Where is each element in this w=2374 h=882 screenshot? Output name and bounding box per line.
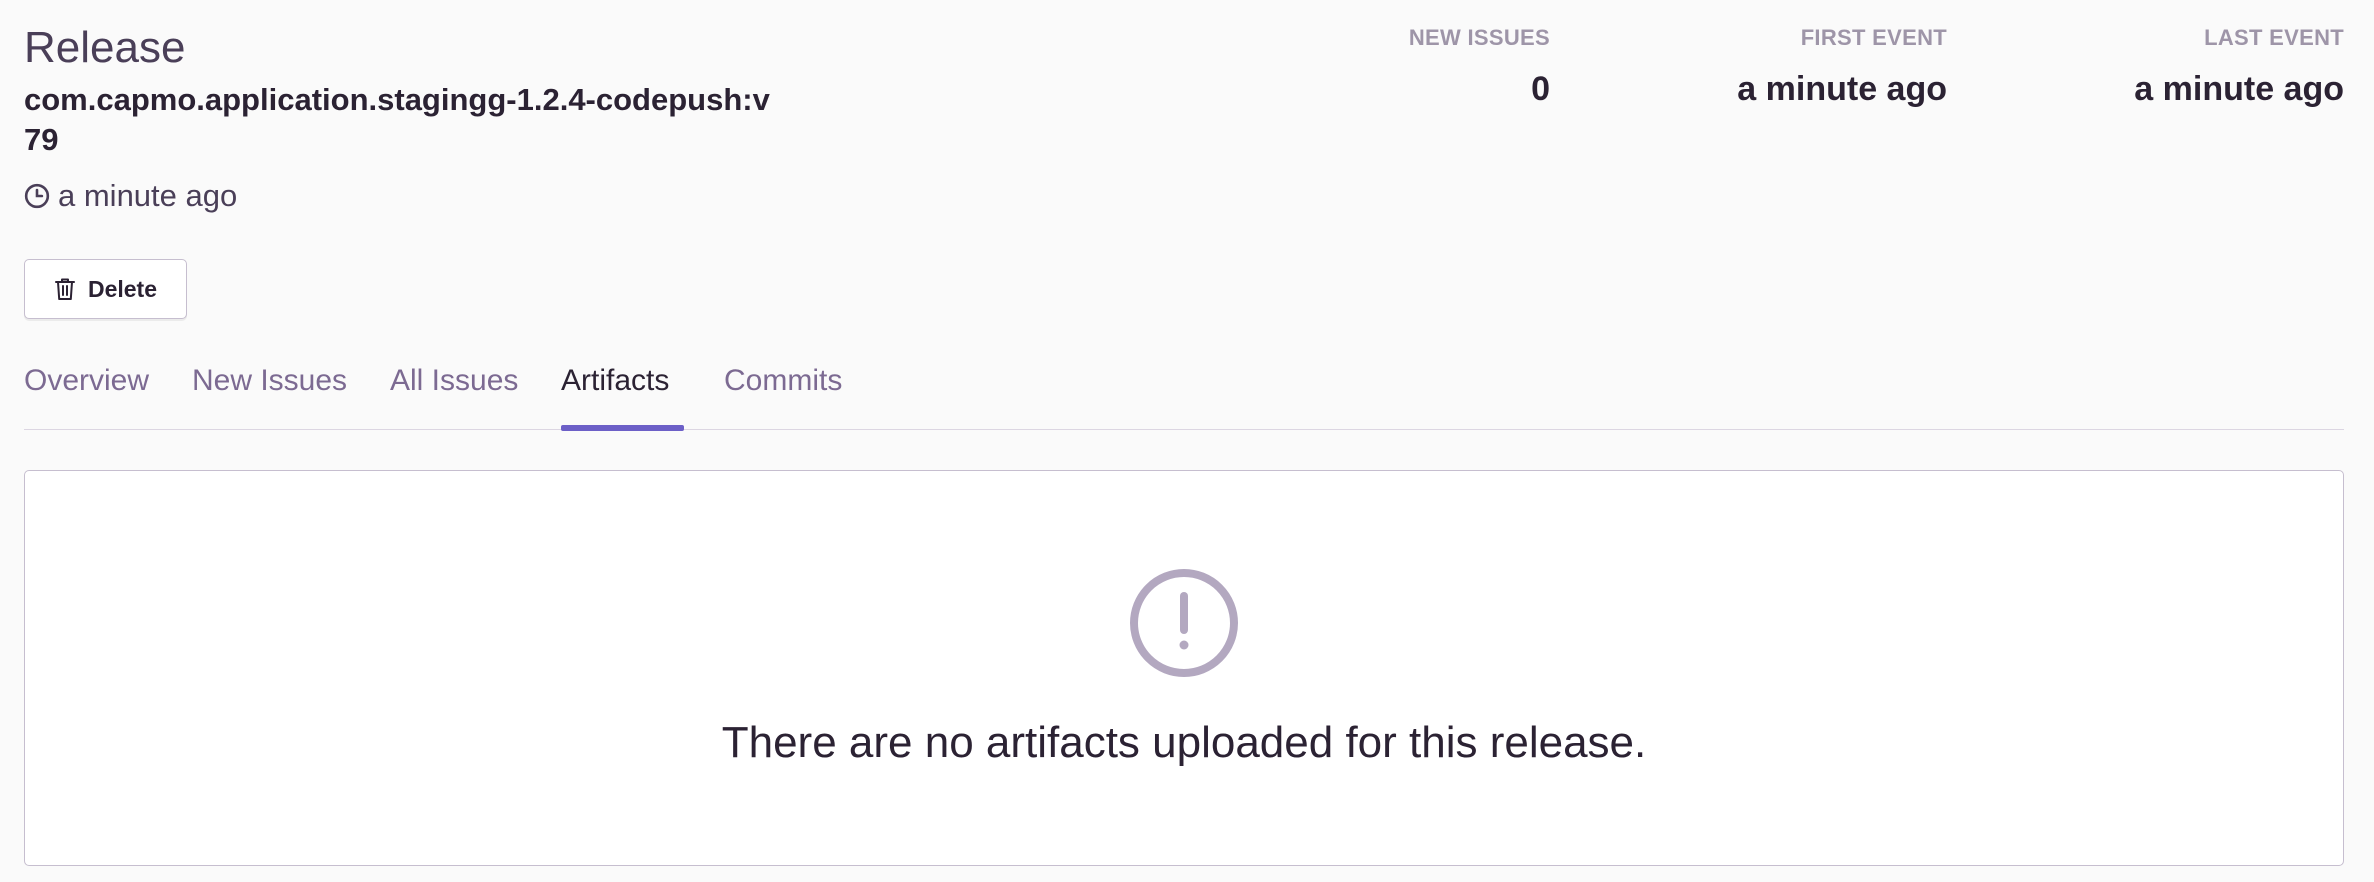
tab-artifacts[interactable]: Artifacts (561, 355, 684, 431)
release-tabs: Overview New Issues All Issues Artifacts… (24, 355, 2344, 431)
release-page: Release com.capmo.application.stagingg-1… (0, 0, 2374, 882)
stat-first-event-value: a minute ago (1737, 70, 1947, 108)
page-title: Release (24, 23, 186, 72)
trash-icon (54, 278, 75, 300)
release-version: com.capmo.application.stagingg-1.2.4-cod… (24, 82, 770, 157)
exclamation-circle-icon (1130, 569, 1238, 677)
tab-new-issues[interactable]: New Issues (192, 355, 350, 430)
empty-state-message: There are no artifacts uploaded for this… (721, 718, 1647, 767)
release-date-label: a minute ago (58, 178, 238, 213)
tab-commits[interactable]: Commits (724, 355, 848, 430)
release-date: a minute ago (24, 176, 237, 216)
delete-button[interactable]: Delete (24, 259, 187, 319)
stat-last-event: LAST EVENT a minute ago (2134, 24, 2344, 110)
clock-icon (24, 183, 50, 209)
tab-overview[interactable]: Overview (24, 355, 152, 430)
stat-last-event-label: LAST EVENT (2204, 25, 2344, 50)
tab-all-issues[interactable]: All Issues (390, 355, 521, 430)
stat-last-event-value: a minute ago (2134, 70, 2344, 108)
delete-button-label: Delete (87, 275, 158, 302)
stat-new-issues-value: 0 (1531, 70, 1550, 108)
stat-first-event-label: FIRST EVENT (1800, 25, 1947, 50)
artifacts-panel: There are no artifacts uploaded for this… (24, 470, 2344, 866)
stat-first-event: FIRST EVENT a minute ago (1737, 24, 1947, 110)
stat-new-issues-label: NEW ISSUES (1408, 25, 1550, 50)
stat-new-issues: NEW ISSUES 0 (1409, 24, 1550, 110)
